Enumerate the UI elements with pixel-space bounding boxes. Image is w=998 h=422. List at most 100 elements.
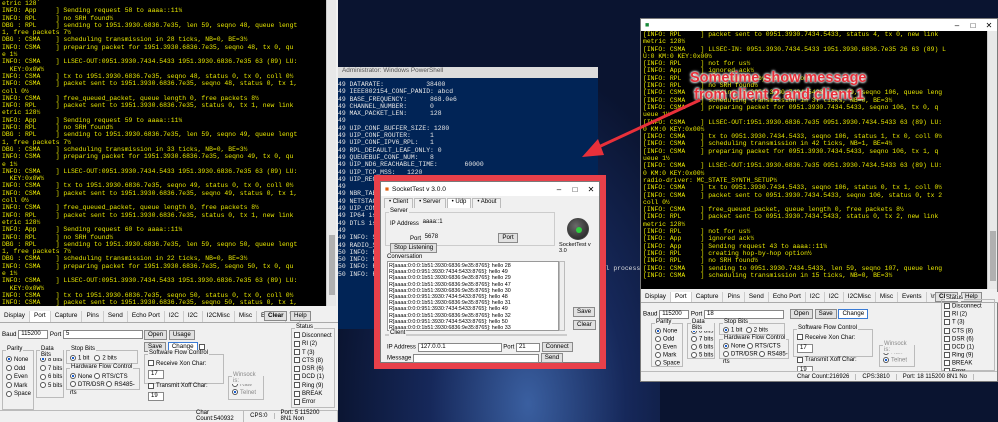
right-baud-select[interactable]: 115200	[659, 309, 690, 319]
connect-button[interactable]: Connect	[541, 342, 573, 352]
left-terminal-scrollbar[interactable]	[326, 0, 336, 306]
server-ip-field[interactable]: aaaa::1	[421, 219, 541, 228]
terminal-line: DBG : RPL ] sending to 1951.3930.6836.7e…	[2, 131, 298, 139]
tab-client[interactable]: • Client	[384, 198, 414, 208]
right-xon-field[interactable]: 17	[797, 344, 813, 353]
conversation-box[interactable]: R[aaaa:0:0:0:1b51:3930:6836:9e35:8765]: …	[387, 261, 559, 331]
powershell-line: 49 UIP_CONF_ROUTER: 1	[338, 132, 434, 140]
radio-option[interactable]: 7 bits	[40, 365, 63, 374]
terminal-line: INFO: CSMA ] packet sent to 1951.3930.68…	[2, 299, 298, 306]
tab-udp[interactable]: • Udp	[446, 198, 472, 208]
tab-i2cmisc[interactable]: I2CMisc	[203, 311, 235, 322]
radio-option[interactable]: Even	[6, 373, 33, 382]
terminal-line: KEY:0x0W½	[2, 65, 45, 73]
terminal-line: INFO: RPL ] no SRH found½	[2, 233, 114, 241]
tab-send[interactable]: Send	[104, 311, 128, 322]
right-port-select[interactable]: 18	[704, 309, 785, 319]
right-terminal-scrollbar[interactable]	[987, 31, 997, 289]
left-port-panel: Baud 115200 Port 5 Open Usage Save Chang…	[0, 324, 290, 412]
maximize-button[interactable]: □	[567, 182, 583, 196]
baud-select[interactable]: 115200	[18, 330, 49, 339]
powershell-line: 49 RPL_DEFAULT_LEAF_ONLY: 0	[338, 146, 442, 154]
port-select[interactable]: 5	[63, 330, 144, 339]
tab-i2c[interactable]: I2C	[825, 292, 844, 302]
message-field[interactable]	[413, 353, 540, 363]
terminal-line: [INFO: CSMA ] tx to 0951.3930.7434.5433,…	[643, 184, 943, 192]
left-clear-button[interactable]: Clear	[264, 311, 288, 321]
radio-option[interactable]: None	[6, 356, 33, 365]
terminal-line: 1, free packets 7½	[2, 248, 72, 256]
tab-echo-port[interactable]: Echo Port	[128, 311, 165, 322]
tab-server[interactable]: • Server	[414, 198, 446, 208]
right-swflow-group: Software Flow Control Receive Xon Char: …	[793, 325, 873, 376]
sockettest-tabs: • Client • Server • Udp • About	[381, 198, 599, 208]
tab-pins[interactable]: Pins	[723, 292, 745, 302]
tab-display[interactable]: Display	[641, 292, 671, 302]
conversation-line: R[aaaa:0:0:0:1b51:3930:6836:9e35:8765]: …	[389, 325, 511, 331]
terminal-line: e 1½	[2, 160, 18, 168]
clear-conversation-button[interactable]: Clear	[573, 320, 596, 330]
terminal-line: DBG : CSMA ] scheduling transmission in …	[2, 36, 248, 44]
close-button[interactable]: ✕	[583, 182, 599, 196]
radio-option[interactable]: Odd	[6, 365, 33, 374]
terminal-line: [INFO: RPL ] creating hop-by-hop option½	[643, 249, 812, 257]
terminal-line: DBG : RPL ] sending to 1951.3930.6836.7e…	[2, 21, 298, 29]
usage-button[interactable]: Usage	[168, 330, 195, 340]
tab-capture[interactable]: Capture	[51, 311, 83, 322]
server-port-field[interactable]: 5678	[423, 234, 483, 243]
tab-port[interactable]: Port	[670, 292, 692, 302]
send-button[interactable]: Send	[540, 353, 564, 363]
tab-pins[interactable]: Pins	[82, 311, 104, 322]
tab-about[interactable]: • About	[472, 198, 502, 208]
port-label: Port	[49, 331, 62, 339]
client-ip-field[interactable]: 127.0.0.1	[417, 342, 502, 352]
tab-echo-port[interactable]: Echo Port	[769, 292, 806, 302]
save-conversation-button[interactable]: Save	[573, 307, 596, 317]
right-stopbits-group: Stop Bits 1 bit 2 bits	[719, 319, 785, 335]
terminal-line: INFO: CSMA ] preparing packet for 1951.3…	[2, 262, 294, 270]
client-group: Client	[385, 330, 567, 336]
tab-i2cmisc[interactable]: I2CMisc	[844, 292, 876, 302]
terminal-line: coll 0½	[643, 198, 670, 206]
terminal-line: [INFO: CSMA ] sending to 0951.3930.7434.…	[643, 264, 943, 272]
terminal-line: INFO: CSMA ] preparing packet for 1951.3…	[2, 43, 294, 51]
client-port-field[interactable]: 21	[515, 342, 540, 352]
minimize-button[interactable]: –	[551, 182, 567, 196]
conversation-scrollbar[interactable]	[559, 261, 565, 331]
sockettest-highlight-frame: ■ SocketTest v 3.0.0 – □ ✕ • Client • Ser…	[374, 175, 606, 369]
xoff-field[interactable]: 19	[148, 392, 164, 402]
tab-misc[interactable]: Misc	[876, 292, 899, 302]
tab-display[interactable]: Display	[0, 311, 30, 322]
radio-option[interactable]: Space	[6, 390, 33, 399]
radio-option[interactable]: 5 bits	[40, 382, 63, 391]
tab-i2c[interactable]: I2C	[184, 311, 203, 322]
tab-events[interactable]: Events	[898, 292, 927, 302]
status-item: Ring (9)	[944, 352, 994, 360]
stop-listening-button[interactable]: Stop Listening	[390, 243, 438, 253]
right-maximize-button[interactable]: □	[965, 18, 981, 32]
logo-caption: SocketTest v 3.0	[559, 242, 591, 254]
open-button[interactable]: Open	[144, 330, 168, 340]
tab-i2c[interactable]: I2C	[806, 292, 825, 302]
left-help-button[interactable]: Help	[290, 311, 311, 321]
right-minimize-button[interactable]: –	[949, 18, 965, 32]
tab-send[interactable]: Send	[745, 292, 769, 302]
terminal-line: DBG : RPL ] sending to 1951.3930.6836.7e…	[2, 240, 298, 248]
terminal-line: metric 128½	[643, 38, 686, 46]
terminal-line: [INFO: App ] Sending request 43 to aaaa:…	[643, 242, 828, 250]
right-save-button[interactable]: Save	[814, 309, 837, 319]
tab-port[interactable]: Port	[29, 311, 51, 322]
terminal-line: INFO: App ] Sending request 58 to aaaa::…	[2, 7, 183, 15]
status-item: DSR (6)	[944, 335, 994, 344]
tab-misc[interactable]: Misc	[235, 311, 258, 322]
right-close-button[interactable]: ✕	[981, 18, 997, 32]
xon-field[interactable]: 17	[148, 370, 164, 379]
right-change-button[interactable]: Change	[838, 309, 869, 319]
port-button[interactable]: Port	[498, 233, 518, 243]
right-open-button[interactable]: Open	[789, 309, 813, 319]
radio-option[interactable]: Mark	[6, 382, 33, 391]
radio-option[interactable]: 6 bits	[40, 373, 63, 382]
tab-i2c[interactable]: I2C	[165, 311, 184, 322]
status-item: BREAK	[294, 390, 334, 398]
tab-capture[interactable]: Capture	[692, 292, 724, 302]
